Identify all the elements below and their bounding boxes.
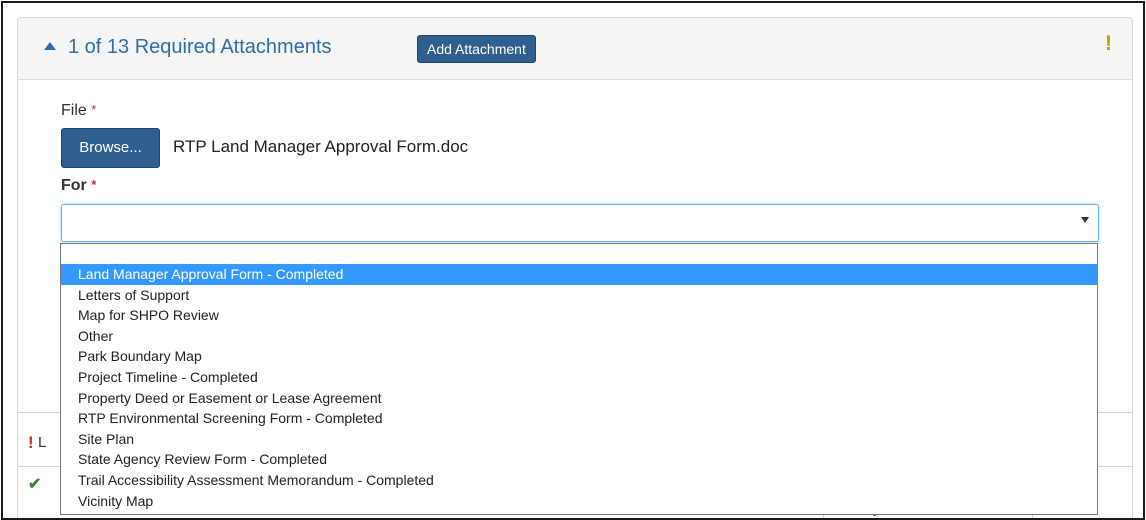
check-icon: ✔: [28, 476, 42, 493]
file-label: File *: [61, 102, 96, 120]
browse-button[interactable]: Browse...: [61, 128, 160, 168]
for-dropdown-list[interactable]: Land Manager Approval Form - Completed Le…: [60, 243, 1098, 515]
selected-file-name: RTP Land Manager Approval Form.doc: [173, 137, 469, 156]
dropdown-option[interactable]: Trail Accessibility Assessment Memorandu…: [61, 470, 1097, 491]
file-label-text: File: [61, 102, 87, 119]
dropdown-option[interactable]: Letters of Support: [61, 285, 1097, 306]
for-label: For *: [61, 177, 96, 195]
warning-icon: !: [1105, 32, 1112, 55]
panel-title[interactable]: 1 of 13 Required Attachments: [68, 36, 332, 59]
dropdown-option[interactable]: State Agency Review Form - Completed: [61, 449, 1097, 470]
dropdown-option[interactable]: Other: [61, 326, 1097, 347]
panel-header[interactable]: 1 of 13 Required Attachments Add Attachm…: [18, 18, 1132, 80]
dropdown-option[interactable]: Map for SHPO Review: [61, 305, 1097, 326]
dropdown-arrow-icon[interactable]: [1081, 217, 1089, 223]
dropdown-option[interactable]: RTP Environmental Screening Form - Compl…: [61, 408, 1097, 429]
collapse-caret-icon[interactable]: [44, 42, 56, 50]
for-label-text: For: [61, 177, 87, 194]
for-select[interactable]: [61, 204, 1099, 242]
dropdown-option[interactable]: Vicinity Map: [61, 491, 1097, 512]
warning-text: L: [38, 434, 47, 451]
add-attachment-button[interactable]: Add Attachment: [417, 35, 536, 63]
dropdown-option[interactable]: Project Timeline - Completed: [61, 367, 1097, 388]
attachments-window: 1 of 13 Required Attachments Add Attachm…: [1, 1, 1145, 520]
required-asterisk: *: [91, 102, 97, 117]
warning-icon: !: [28, 433, 34, 452]
dropdown-option-blank[interactable]: [61, 244, 1097, 264]
dropdown-option[interactable]: Park Boundary Map: [61, 346, 1097, 367]
required-asterisk: *: [91, 177, 97, 192]
dropdown-option[interactable]: Land Manager Approval Form - Completed: [61, 264, 1097, 285]
dropdown-option[interactable]: Site Plan: [61, 429, 1097, 450]
dropdown-option[interactable]: Property Deed or Easement or Lease Agree…: [61, 388, 1097, 409]
